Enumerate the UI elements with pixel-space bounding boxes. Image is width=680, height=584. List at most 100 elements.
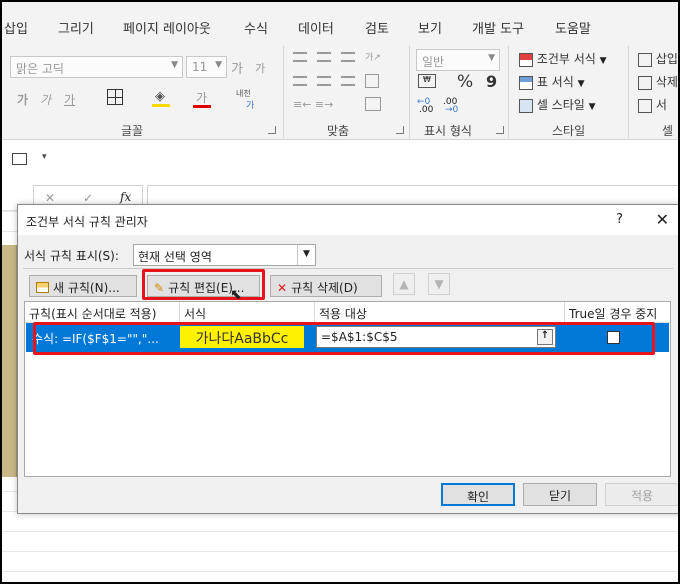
comma-button[interactable]: 9 — [486, 72, 497, 91]
top-align-icon[interactable] — [293, 52, 307, 62]
font-name-combo[interactable]: 맑은 고딕 ▼ — [10, 56, 183, 78]
font-launcher-icon[interactable] — [268, 126, 276, 134]
chevron-down-icon: ▼ — [577, 79, 585, 89]
apply-button[interactable]: 적용 — [605, 483, 679, 506]
column-header-applies-to[interactable]: 적용 대상 — [315, 302, 565, 322]
align-left-icon[interactable] — [293, 76, 307, 86]
chevron-down-icon: ▼ — [215, 60, 222, 70]
show-rules-select[interactable]: 현재 선택 영역 ▼ — [133, 244, 316, 266]
delete-cells-icon — [638, 75, 652, 90]
indent-icon[interactable]: ≡← ≡→ — [293, 98, 333, 111]
orientation-icon[interactable]: 가↗ — [365, 50, 381, 63]
phonetic-icon[interactable]: 내천 가 — [236, 88, 260, 111]
insert-cells-icon — [638, 52, 652, 67]
group-label-cells: 셀 — [662, 124, 674, 138]
cell-styles-button[interactable]: 셀 스타일 ▼ — [519, 96, 596, 114]
customize-qat-icon[interactable]: ▾ — [42, 152, 47, 162]
new-rule-label: 새 규칙(N)... — [53, 281, 120, 295]
wrap-text-icon[interactable] — [365, 74, 379, 88]
currency-icon[interactable]: ₩ — [418, 74, 436, 88]
tab-view[interactable]: 보기 — [418, 18, 442, 37]
ok-button[interactable]: 확인 — [441, 483, 515, 506]
number-launcher-icon[interactable] — [496, 126, 504, 134]
tab-data[interactable]: 데이터 — [298, 18, 334, 37]
tab-draw[interactable]: 그리기 — [58, 18, 94, 37]
underline-button[interactable]: 가 — [64, 91, 75, 108]
merge-icon[interactable] — [365, 97, 381, 111]
cell-styles-icon — [519, 98, 533, 113]
font-size-combo[interactable]: 11 ▼ — [186, 56, 227, 78]
rule-row-highlight — [33, 322, 655, 355]
format-as-table-button[interactable]: 표 서식 ▼ — [519, 73, 585, 91]
tab-formulas[interactable]: 수식 — [244, 18, 268, 37]
folder-icon[interactable] — [12, 153, 27, 165]
chevron-down-icon: ▼ — [434, 277, 444, 291]
decrease-decimal-icon[interactable]: .00 →0 — [443, 97, 465, 115]
help-button[interactable]: ? — [616, 212, 623, 227]
middle-align-icon[interactable] — [317, 52, 331, 62]
column-header-rule[interactable]: 규칙(표시 순서대로 적용) — [25, 302, 180, 322]
fill-color-icon[interactable]: ◈ — [152, 89, 170, 107]
close-button[interactable]: 닫기 — [523, 483, 597, 506]
ribbon-tabs: 삽입 그리기 페이지 레이아웃 수식 데이터 검토 보기 개발 도구 도움말 — [0, 0, 680, 42]
number-format-value: 일반 — [422, 55, 445, 69]
table-icon — [36, 282, 49, 293]
font-size-value: 11 — [192, 60, 208, 74]
show-rules-value: 현재 선택 영역 — [138, 250, 212, 264]
delete-rule-button[interactable]: ✕ 규칙 삭제(D) — [270, 275, 382, 297]
move-down-button[interactable]: ▼ — [428, 273, 450, 295]
font-color-icon[interactable]: 가 — [193, 88, 211, 108]
alignment-buttons: 가↗ ≡← ≡→ — [293, 50, 403, 120]
shrink-font-button[interactable]: 가 — [255, 60, 265, 76]
chevron-down-icon: ▼ — [171, 60, 178, 70]
grow-font-button[interactable]: 가 — [231, 58, 243, 77]
bottom-align-icon[interactable] — [341, 52, 355, 62]
close-icon[interactable]: ✕ — [656, 210, 669, 229]
chevron-down-icon[interactable]: ▼ — [297, 245, 315, 265]
dialog-title: 조건부 서식 규칙 관리자 — [26, 215, 148, 229]
percent-button[interactable]: % — [457, 72, 473, 92]
align-right-icon[interactable] — [341, 76, 355, 86]
rules-list[interactable]: 규칙(표시 순서대로 적용) 서식 적용 대상 True일 경우 중지 수식: … — [24, 301, 671, 477]
tab-help[interactable]: 도움말 — [555, 18, 591, 37]
conditional-format-button[interactable]: 조건부 서식 ▼ — [519, 50, 607, 68]
new-rule-button[interactable]: 새 규칙(N)... — [29, 275, 137, 297]
bold-button[interactable]: 가 — [17, 91, 28, 108]
align-center-icon[interactable] — [317, 76, 331, 86]
column-header-stop-if-true[interactable]: True일 경우 중지 — [565, 302, 671, 322]
insert-function-icon[interactable]: fx — [120, 190, 131, 204]
chevron-down-icon: ▼ — [588, 102, 596, 112]
format-cells-icon — [638, 98, 652, 113]
show-rules-label: 서식 규칙 표시(S): — [24, 249, 119, 263]
ribbon: 삽입 그리기 페이지 레이아웃 수식 데이터 검토 보기 개발 도구 도움말 맑… — [0, 0, 680, 140]
enter-icon[interactable]: ✓ — [83, 191, 93, 205]
column-header-format[interactable]: 서식 — [180, 302, 315, 322]
conditional-format-rules-dialog: 조건부 서식 규칙 관리자 ? ✕ 서식 규칙 표시(S): 현재 선택 영역 … — [17, 204, 680, 514]
tab-review[interactable]: 검토 — [365, 18, 389, 37]
move-up-button[interactable]: ▲ — [393, 273, 415, 295]
increase-decimal-icon[interactable]: ←0 .00 — [417, 97, 439, 115]
group-divider — [409, 46, 410, 138]
tab-insert[interactable]: 삽입 — [4, 18, 28, 37]
alignment-launcher-icon[interactable] — [396, 126, 404, 134]
tab-page-layout[interactable]: 페이지 레이아웃 — [123, 18, 211, 37]
insert-cells-button[interactable]: 삽입 — [638, 50, 678, 67]
cancel-icon[interactable]: ✕ — [45, 191, 55, 205]
borders-icon[interactable] — [107, 89, 123, 105]
italic-button[interactable]: 가 — [40, 91, 51, 108]
number-format-combo[interactable]: 일반 ▼ — [416, 49, 500, 71]
delete-rule-label: 규칙 삭제(D) — [291, 281, 358, 295]
dialog-titlebar: 조건부 서식 규칙 관리자 ? ✕ — [18, 205, 679, 235]
selected-row-headers — [0, 245, 17, 477]
group-divider — [628, 46, 629, 138]
conditional-format-icon — [519, 52, 533, 67]
delete-cells-button[interactable]: 삭제 — [638, 73, 678, 90]
group-label-font: 글꼴 — [121, 124, 144, 138]
group-divider — [508, 46, 509, 138]
font-color-label: 가 — [196, 91, 208, 105]
chevron-down-icon: ▼ — [488, 53, 495, 63]
format-cells-button[interactable]: 서 — [638, 96, 667, 113]
tab-developer[interactable]: 개발 도구 — [472, 18, 524, 37]
table-icon — [519, 75, 533, 90]
group-label-number: 표시 형식 — [424, 124, 472, 138]
